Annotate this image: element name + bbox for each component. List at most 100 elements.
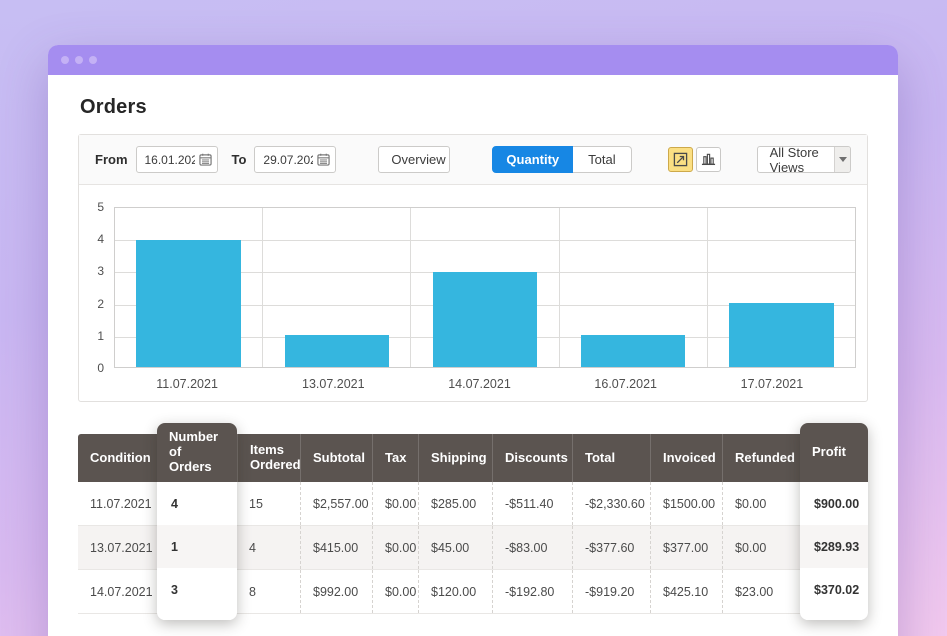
chart-bar[interactable]	[433, 272, 538, 367]
table-cell: 13.07.2021	[78, 526, 157, 569]
from-label: From	[95, 152, 128, 167]
line-chart-icon	[673, 152, 688, 167]
table-cell: $370.02	[800, 568, 868, 611]
table-cell: -$377.60	[572, 526, 650, 569]
to-label: To	[232, 152, 247, 167]
toggle-total-button[interactable]: Total	[573, 146, 631, 173]
elevated-column: Profit$900.00$289.93$370.02	[800, 423, 868, 620]
chart-bar[interactable]	[136, 240, 241, 367]
table-cell: $377.00	[650, 526, 722, 569]
window-dot-icon[interactable]	[75, 56, 83, 64]
table-cell: 15	[237, 482, 300, 525]
y-tick-label: 5	[97, 200, 104, 214]
table-cell: 11.07.2021	[78, 482, 157, 525]
x-tick-label: 14.07.2021	[406, 377, 552, 391]
table-cell: -$83.00	[492, 526, 572, 569]
table-cell: $415.00	[300, 526, 372, 569]
table-cell: $992.00	[300, 570, 372, 613]
window-content: Orders From To	[48, 96, 898, 614]
table-cell: $425.10	[650, 570, 722, 613]
table-header-cell[interactable]: Tax	[372, 434, 418, 482]
table-header-cell[interactable]: Discounts	[492, 434, 572, 482]
calendar-icon[interactable]	[199, 153, 212, 166]
window-titlebar[interactable]	[48, 45, 898, 75]
chart-bar[interactable]	[285, 335, 390, 367]
table-cell: 1	[157, 525, 237, 568]
app-window: Orders From To	[48, 45, 898, 636]
table-cell: 3	[157, 568, 237, 611]
report-panel: From To	[78, 134, 868, 402]
orders-chart: 543210 11.07.202113.07.202114.07.202116.…	[79, 185, 867, 401]
chart-bar[interactable]	[729, 303, 834, 367]
window-dot-icon[interactable]	[61, 56, 69, 64]
table-header-cell[interactable]: Profit	[800, 423, 868, 482]
chart-y-axis: 543210	[79, 207, 114, 368]
line-chart-button[interactable]	[668, 147, 693, 172]
table-cell: $45.00	[418, 526, 492, 569]
x-tick-label: 16.07.2021	[553, 377, 699, 391]
y-tick-label: 3	[97, 264, 104, 278]
table-cell: -$919.20	[572, 570, 650, 613]
table-cell: $289.93	[800, 525, 868, 568]
orders-table: Condition Items OrderedSubtotalTaxShippin…	[78, 434, 868, 614]
table-cell: $0.00	[372, 526, 418, 569]
elevated-column-body: $900.00$289.93$370.02	[800, 482, 868, 620]
table-cell: $0.00	[722, 526, 800, 569]
table-header-cell[interactable]: Items Ordered	[237, 434, 300, 482]
elevated-column: Number of Orders413	[157, 423, 237, 620]
table-header-cell[interactable]: Number of Orders	[157, 423, 237, 482]
chart-x-axis: 11.07.202113.07.202114.07.202116.07.2021…	[114, 377, 845, 391]
to-date-field	[254, 146, 336, 173]
quantity-total-toggle: Quantity Total	[492, 146, 631, 173]
table-header-cell[interactable]: Shipping	[418, 434, 492, 482]
store-view-select[interactable]: All Store Views	[757, 146, 851, 173]
table-cell: $23.00	[722, 570, 800, 613]
y-tick-label: 1	[97, 329, 104, 343]
table-cell: 4	[157, 482, 237, 525]
table-header-cell[interactable]: Invoiced	[650, 434, 722, 482]
chart-column	[560, 208, 708, 367]
table-header-cell[interactable]: Condition	[78, 434, 157, 482]
table-cell: $120.00	[418, 570, 492, 613]
bar-chart-icon	[701, 152, 716, 167]
chart-bar[interactable]	[581, 335, 686, 367]
table-cell: $285.00	[418, 482, 492, 525]
chart-column	[708, 208, 855, 367]
window-dot-icon[interactable]	[89, 56, 97, 64]
toggle-quantity-button[interactable]: Quantity	[492, 146, 573, 173]
table-cell: $1500.00	[650, 482, 722, 525]
chevron-down-icon	[834, 147, 850, 172]
chart-column	[263, 208, 411, 367]
bar-chart-button[interactable]	[696, 147, 721, 172]
y-tick-label: 2	[97, 297, 104, 311]
store-view-value: All Store Views	[758, 147, 835, 172]
table-header-cell[interactable]: Total	[572, 434, 650, 482]
table-cell: -$2,330.60	[572, 482, 650, 525]
table-cell: 8	[237, 570, 300, 613]
page-title: Orders	[80, 96, 868, 119]
chart-column	[411, 208, 559, 367]
desktop-background: { "page": { "title": "Orders" }, "filter…	[0, 0, 947, 636]
table-cell: -$511.40	[492, 482, 572, 525]
table-header-cell[interactable]: Subtotal	[300, 434, 372, 482]
x-tick-label: 17.07.2021	[699, 377, 845, 391]
calendar-icon[interactable]	[317, 153, 330, 166]
report-type-select[interactable]: Overview	[378, 146, 450, 173]
table-cell: $0.00	[372, 570, 418, 613]
table-header-cell[interactable]: Refunded	[722, 434, 800, 482]
table-cell: $0.00	[722, 482, 800, 525]
elevated-column-body: 413	[157, 482, 237, 620]
report-type-value: Overview	[379, 147, 450, 172]
x-tick-label: 13.07.2021	[260, 377, 406, 391]
x-tick-label: 11.07.2021	[114, 377, 260, 391]
table-cell: $0.00	[372, 482, 418, 525]
table-cell: -$192.80	[492, 570, 572, 613]
chart-plot-area	[114, 207, 856, 368]
from-date-field	[136, 146, 218, 173]
table-cell: $900.00	[800, 482, 868, 525]
chart-type-buttons	[668, 147, 721, 172]
table-cell: 4	[237, 526, 300, 569]
filter-bar: From To	[79, 135, 867, 185]
chart-column	[115, 208, 263, 367]
y-tick-label: 4	[97, 232, 104, 246]
